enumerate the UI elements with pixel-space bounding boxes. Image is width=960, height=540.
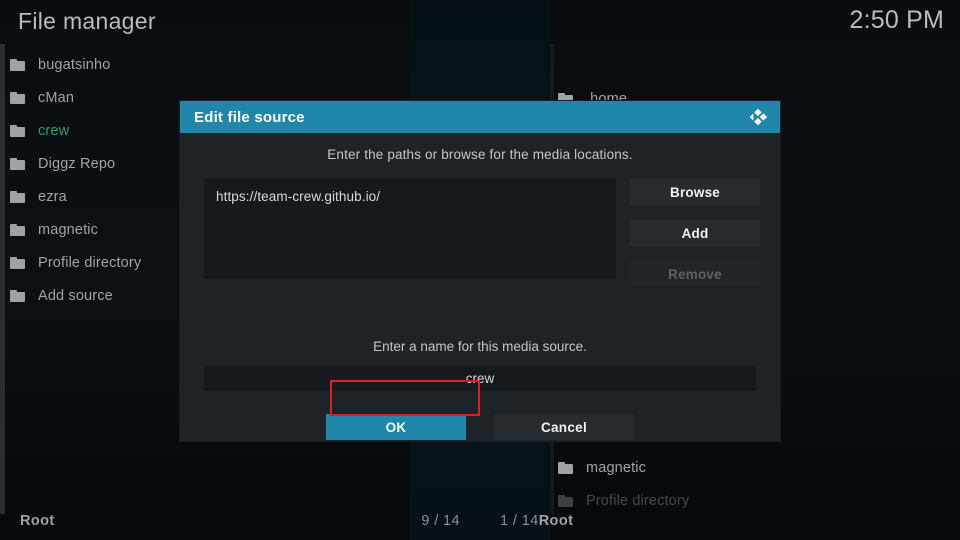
- paths-list[interactable]: https://team-crew.github.io/: [204, 179, 616, 279]
- folder-icon: [10, 256, 25, 269]
- browse-button[interactable]: Browse: [630, 179, 760, 205]
- right-status-bar: Root 1 / 14: [480, 502, 960, 540]
- list-item-label: Profile directory: [38, 254, 142, 271]
- path-entry[interactable]: https://team-crew.github.io/: [204, 179, 616, 214]
- clock: 2:50 PM: [849, 6, 944, 34]
- remove-button: Remove: [630, 261, 760, 287]
- dialog-actions: OK Cancel: [180, 414, 780, 440]
- right-status-path: Root: [538, 513, 574, 529]
- folder-icon: [10, 223, 25, 236]
- paths-hint: Enter the paths or browse for the media …: [327, 147, 633, 162]
- folder-icon: [558, 461, 573, 474]
- folder-icon: [10, 190, 25, 203]
- name-hint: Enter a name for this media source.: [373, 339, 587, 354]
- left-status-count: 9 / 14: [421, 513, 460, 529]
- add-button[interactable]: Add: [630, 220, 760, 246]
- kodi-file-manager-screen: File manager 2:50 PM bugatsinho cMan cre…: [0, 0, 960, 540]
- dialog-title: Edit file source: [194, 108, 305, 126]
- list-item-label: cMan: [38, 89, 75, 106]
- folder-icon: [10, 58, 25, 71]
- list-item[interactable]: bugatsinho: [10, 48, 400, 81]
- ok-button[interactable]: OK: [326, 414, 466, 440]
- page-title: File manager: [18, 8, 156, 34]
- folder-icon: [10, 289, 25, 302]
- dialog-header: Edit file source: [180, 101, 780, 133]
- list-item-label: Add source: [38, 287, 113, 304]
- list-item[interactable]: magnetic: [558, 451, 948, 484]
- left-status-bar: Root 9 / 14: [0, 502, 480, 540]
- list-item-label: crew: [38, 122, 70, 139]
- folder-icon: [10, 124, 25, 137]
- list-item-label: bugatsinho: [38, 56, 111, 73]
- path-action-buttons: Browse Add Remove: [630, 179, 760, 302]
- edit-file-source-dialog: Edit file source Enter the paths or brow…: [180, 101, 780, 441]
- right-status-count: 1 / 14: [500, 513, 539, 529]
- folder-icon: [10, 91, 25, 104]
- kodi-logo-icon: [746, 106, 768, 128]
- folder-icon: [10, 157, 25, 170]
- list-item-label: magnetic: [586, 459, 647, 476]
- list-item-label: ezra: [38, 188, 67, 205]
- left-scrollbar[interactable]: [0, 44, 5, 514]
- left-status-path: Root: [20, 513, 55, 529]
- source-name-input[interactable]: crew: [204, 366, 756, 391]
- list-item-label: magnetic: [38, 221, 99, 238]
- list-item-label: Diggz Repo: [38, 155, 116, 172]
- cancel-button[interactable]: Cancel: [494, 414, 634, 440]
- dialog-body: Enter the paths or browse for the media …: [180, 133, 780, 441]
